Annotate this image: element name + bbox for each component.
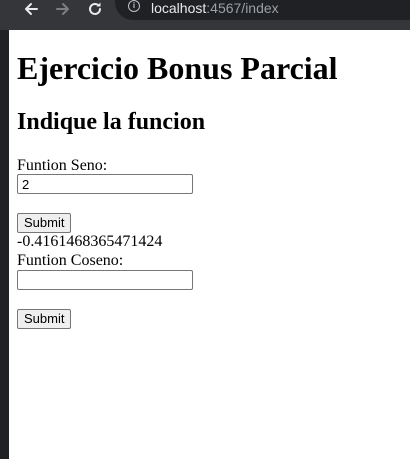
arrow-left-icon xyxy=(25,3,38,15)
seno-result: -0.4161468365471424 xyxy=(17,233,163,250)
seno-submit-button[interactable]: Submit xyxy=(17,213,72,233)
reload-icon xyxy=(89,2,101,15)
arrow-right-icon xyxy=(56,3,69,15)
url-host: localhost xyxy=(151,0,207,16)
info-icon[interactable]: i xyxy=(128,0,140,12)
window-left-edge xyxy=(0,30,9,459)
browser-toolbar: i localhost:4567/index xyxy=(0,0,410,30)
seno-input[interactable] xyxy=(17,174,193,194)
page-subtitle: Indique la funcion xyxy=(17,109,206,135)
reload-button[interactable] xyxy=(84,0,106,18)
coseno-label: Funtion Coseno: xyxy=(17,252,124,269)
forward-button[interactable] xyxy=(52,0,74,18)
seno-label: Funtion Seno: xyxy=(17,157,108,174)
page-content: Ejercicio Bonus Parcial Indique la funci… xyxy=(9,30,410,459)
url-path: :4567/index xyxy=(206,0,279,16)
address-bar[interactable]: i localhost:4567/index xyxy=(115,0,410,20)
back-button[interactable] xyxy=(20,0,42,18)
url-text: localhost:4567/index xyxy=(151,0,279,16)
coseno-input[interactable] xyxy=(17,270,193,290)
coseno-submit-button[interactable]: Submit xyxy=(17,309,72,329)
page-title: Ejercicio Bonus Parcial xyxy=(17,50,338,86)
